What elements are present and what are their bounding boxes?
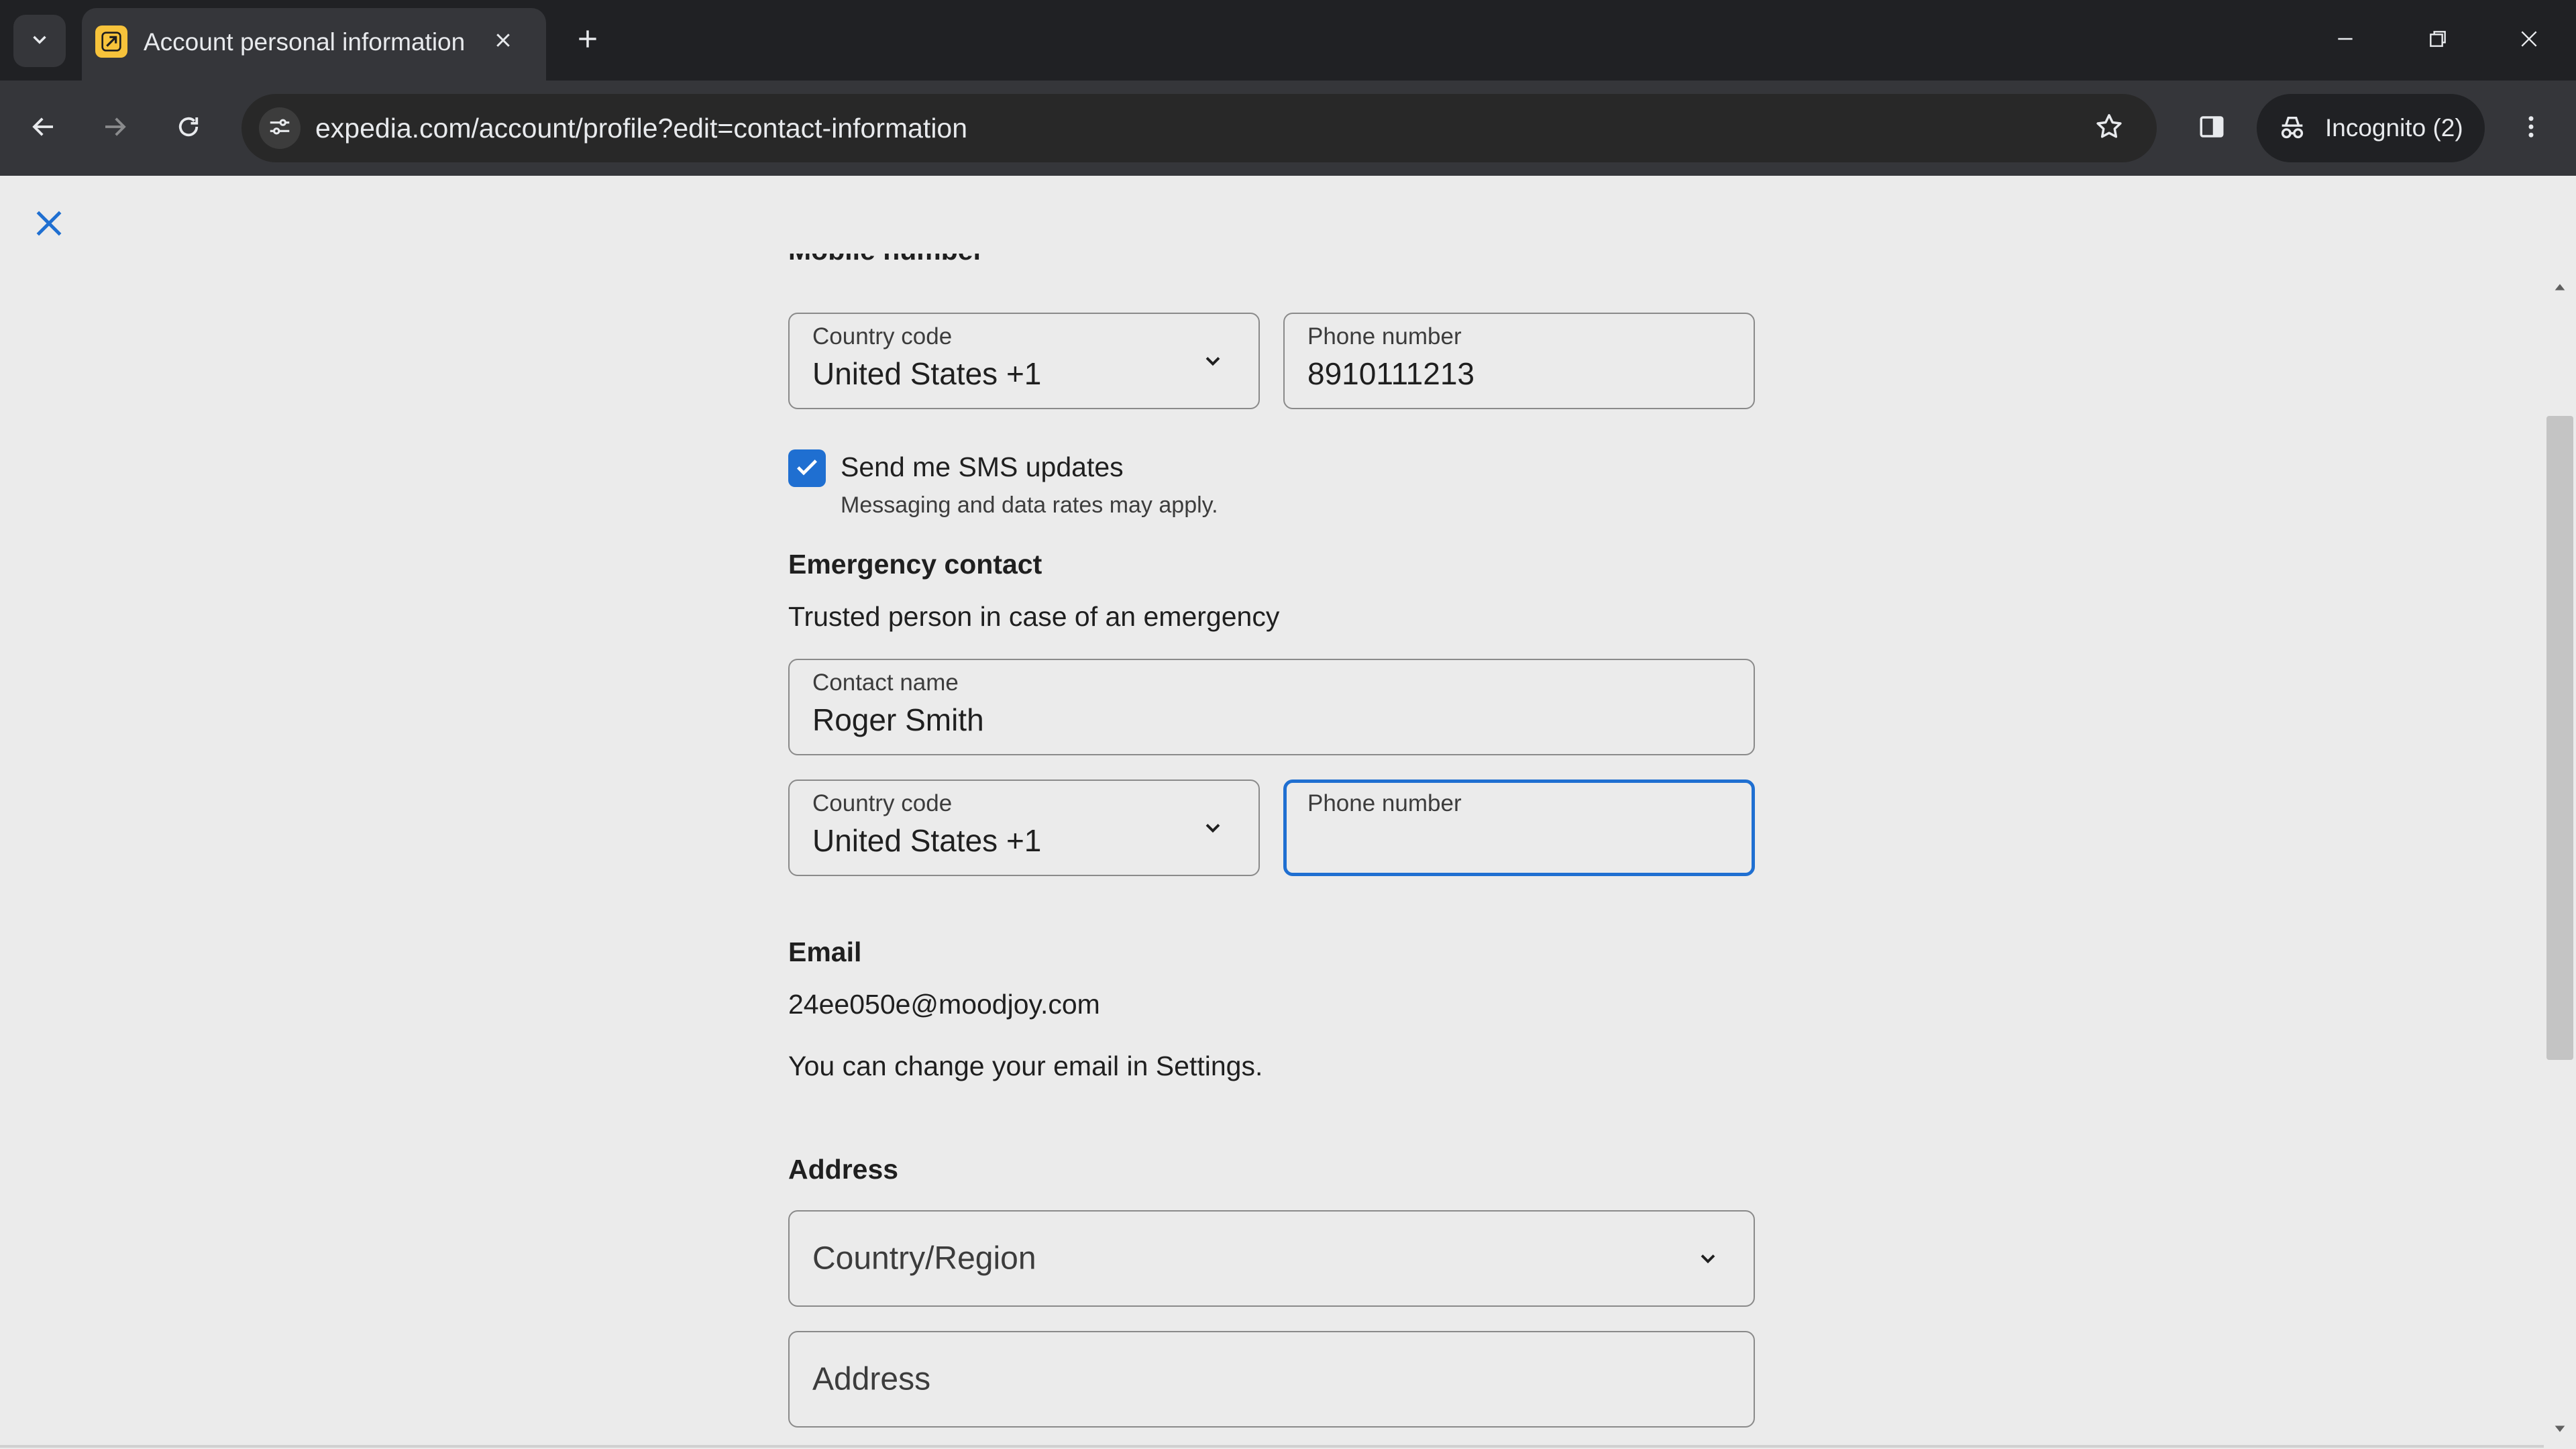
close-icon	[2518, 28, 2540, 53]
incognito-label: Incognito (2)	[2325, 114, 2463, 142]
minimize-icon	[2334, 28, 2356, 53]
side-panel-icon	[2198, 113, 2226, 144]
chevron-down-icon	[1199, 814, 1226, 841]
close-dialog-button[interactable]	[25, 201, 72, 248]
emergency-contact-heading: Emergency contact	[788, 549, 1042, 580]
star-icon	[2094, 111, 2125, 146]
minimize-button[interactable]	[2312, 13, 2379, 67]
browser-menu-button[interactable]	[2508, 105, 2555, 152]
field-placeholder: Country/Region	[812, 1240, 1036, 1277]
field-label: Contact name	[812, 669, 959, 696]
field-value: Roger Smith	[812, 702, 984, 737]
sms-updates-checkbox[interactable]	[788, 449, 826, 487]
country-region-select[interactable]: Country/Region	[788, 1210, 1755, 1307]
side-panel-button[interactable]	[2188, 105, 2235, 152]
bookmark-button[interactable]	[2088, 107, 2130, 149]
email-settings-note: You can change your email in Settings.	[788, 1051, 1263, 1081]
more-vertical-icon	[2517, 113, 2545, 144]
chevron-down-icon	[1695, 1245, 1721, 1272]
scroll-up-button[interactable]	[2546, 275, 2573, 302]
address-input[interactable]: Address	[788, 1331, 1755, 1428]
arrow-right-icon	[101, 113, 129, 144]
field-label: Phone number	[1307, 790, 1462, 816]
contact-name-input[interactable]: Contact name Roger Smith	[788, 659, 1755, 755]
mobile-number-heading-clip: Mobile number	[788, 254, 1593, 287]
triangle-down-icon	[2553, 1421, 2567, 1440]
close-icon	[493, 30, 513, 54]
checkmark-icon	[794, 453, 820, 484]
scroll-down-button[interactable]	[2546, 1417, 2573, 1444]
tab-close-button[interactable]	[486, 24, 521, 59]
email-heading: Email	[788, 936, 862, 967]
divider	[0, 1445, 2544, 1448]
email-value: 24ee050e@moodjoy.com	[788, 989, 1100, 1020]
plus-icon	[575, 26, 600, 55]
mobile-phone-input[interactable]: Phone number 8910111213	[1283, 313, 1755, 409]
address-heading: Address	[788, 1154, 899, 1185]
back-button[interactable]	[20, 105, 67, 152]
field-value: United States +1	[812, 356, 1042, 391]
emergency-contact-description: Trusted person in case of an emergency	[788, 601, 1280, 632]
field-label: Country code	[812, 790, 953, 816]
field-placeholder: Address	[812, 1361, 931, 1397]
close-icon	[32, 207, 66, 244]
url-text[interactable]: expedia.com/account/profile?edit=contact…	[315, 113, 967, 144]
site-info-button[interactable]	[259, 107, 301, 149]
new-tab-button[interactable]	[568, 20, 608, 60]
reload-button[interactable]	[165, 105, 212, 152]
arrow-left-icon	[30, 113, 58, 144]
triangle-up-icon	[2553, 280, 2567, 298]
incognito-profile-button[interactable]: Incognito (2)	[2257, 94, 2485, 162]
sms-rates-note: Messaging and data rates may apply.	[841, 492, 1218, 518]
field-value: United States +1	[812, 823, 1042, 858]
tab-title: Account personal information	[144, 28, 466, 56]
expedia-icon	[95, 25, 127, 58]
tab-strip: Account personal information	[0, 0, 2576, 80]
browser-toolbar: expedia.com/account/profile?edit=contact…	[0, 80, 2576, 176]
scrollbar-thumb[interactable]	[2546, 416, 2573, 1060]
emergency-country-code-select[interactable]: Country code United States +1	[788, 780, 1260, 876]
chevron-down-icon	[1199, 347, 1226, 374]
field-label: Country code	[812, 323, 953, 350]
forward-button[interactable]	[91, 105, 138, 152]
restore-icon	[2427, 28, 2449, 53]
emergency-phone-input[interactable]: Phone number	[1283, 780, 1755, 876]
browser-tab-active[interactable]: Account personal information	[82, 8, 546, 80]
chevron-down-icon	[28, 28, 51, 54]
address-bar[interactable]: expedia.com/account/profile?edit=contact…	[241, 94, 2157, 162]
sms-updates-label[interactable]: Send me SMS updates	[841, 451, 1124, 483]
field-label: Phone number	[1307, 323, 1462, 350]
field-value: 8910111213	[1307, 356, 1475, 391]
tab-search-button[interactable]	[13, 15, 66, 67]
window-close-button[interactable]	[2496, 13, 2563, 67]
incognito-icon	[2275, 111, 2309, 145]
mobile-country-code-select[interactable]: Country code United States +1	[788, 313, 1260, 409]
mobile-number-heading: Mobile number	[788, 254, 984, 266]
restore-button[interactable]	[2404, 13, 2471, 67]
tune-icon	[267, 114, 292, 143]
reload-icon	[174, 113, 203, 144]
